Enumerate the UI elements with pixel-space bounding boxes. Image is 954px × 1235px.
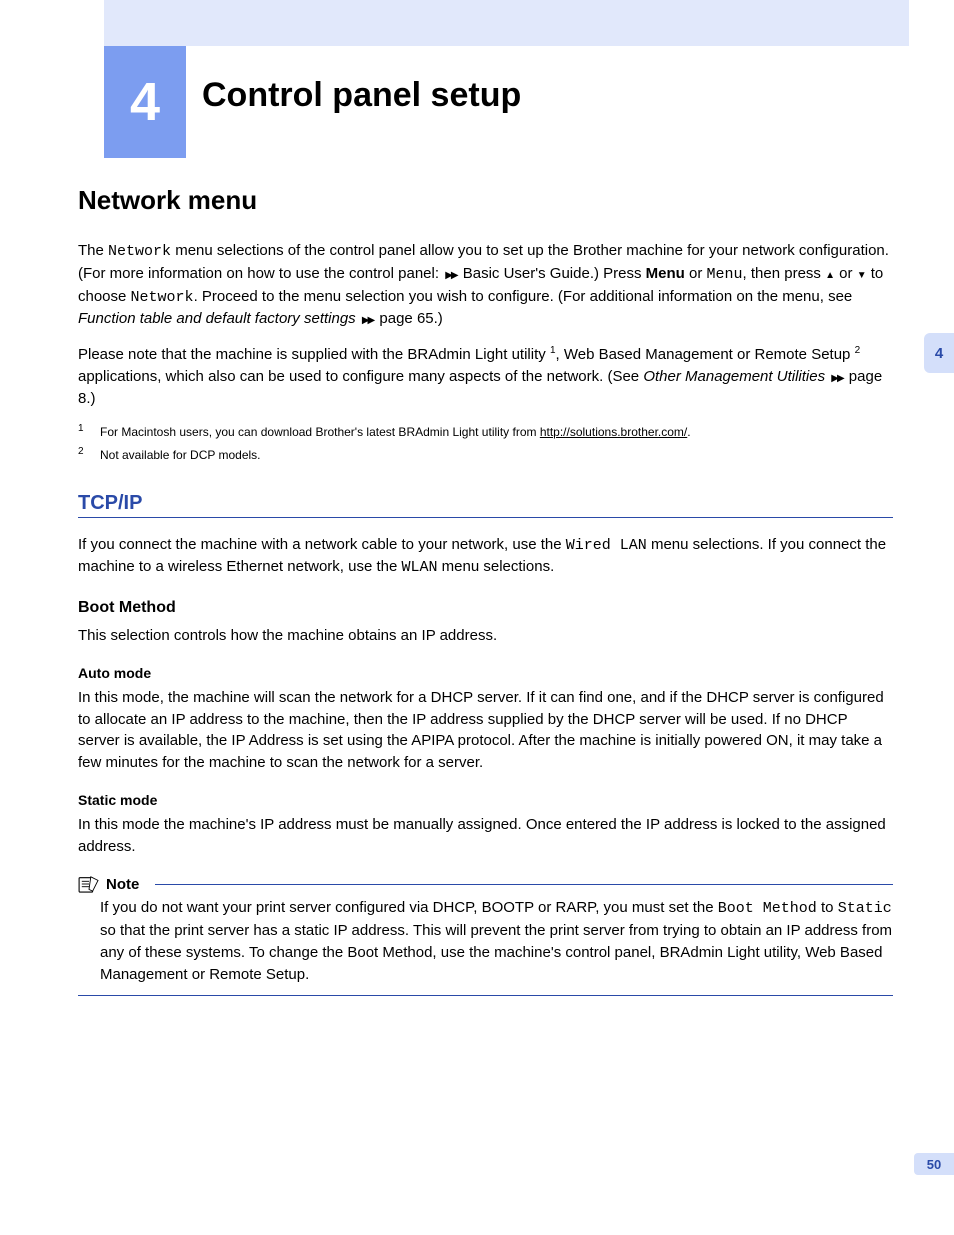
footnote-1: For Macintosh users, you can download Br…	[100, 423, 691, 442]
header-bar	[104, 0, 909, 46]
side-tab: 4	[924, 333, 954, 373]
footnote-ref-2: 2	[855, 345, 861, 356]
note-rule-top	[155, 884, 893, 885]
page-number: 50	[914, 1153, 954, 1175]
auto-mode-paragraph: In this mode, the machine will scan the …	[78, 687, 893, 774]
chapter-number-block: 4	[104, 46, 186, 158]
static-mode-paragraph: In this mode the machine's IP address mu…	[78, 814, 893, 858]
subsection-boot-method: Boot Method	[78, 599, 893, 617]
section-title-tcpip: TCP/IP	[78, 492, 893, 518]
double-arrow-icon	[360, 310, 375, 327]
note-block: Note If you do not want your print serve…	[78, 875, 893, 996]
footnote-2: Not available for DCP models.	[100, 446, 261, 465]
note-label: Note	[106, 876, 139, 893]
note-rule-bottom	[78, 995, 893, 996]
down-arrow-icon	[857, 265, 867, 282]
chapter-number: 4	[130, 71, 160, 133]
footnotes: 1 For Macintosh users, you can download …	[78, 423, 893, 465]
network-menu-paragraph-1: The Network menu selections of the contr…	[78, 240, 893, 330]
footnote-number-1: 1	[78, 421, 88, 440]
boot-method-paragraph: This selection controls how the machine …	[78, 625, 893, 647]
footnote-1-link[interactable]: http://solutions.brother.com/	[540, 425, 687, 439]
subsection-static-mode: Static mode	[78, 792, 893, 808]
footnote-number-2: 2	[78, 444, 88, 463]
note-icon	[78, 875, 100, 893]
tcpip-paragraph-1: If you connect the machine with a networ…	[78, 534, 893, 580]
double-arrow-icon	[443, 265, 458, 282]
note-body: If you do not want your print server con…	[78, 897, 893, 985]
chapter-title: Control panel setup	[202, 76, 521, 115]
double-arrow-icon	[829, 368, 844, 385]
network-menu-paragraph-2: Please note that the machine is supplied…	[78, 344, 893, 409]
subsection-auto-mode: Auto mode	[78, 665, 893, 681]
up-arrow-icon	[825, 265, 835, 282]
section-title-network-menu: Network menu	[78, 185, 893, 216]
